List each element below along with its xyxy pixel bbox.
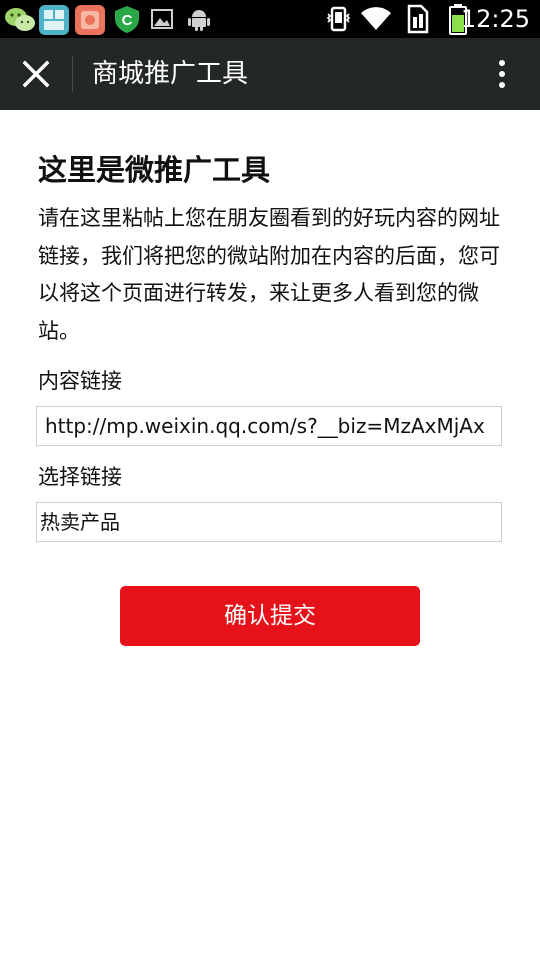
android-icon bbox=[188, 10, 210, 31]
page-title: 这里是微推广工具 bbox=[38, 153, 271, 187]
select-link-label: 选择链接 bbox=[38, 465, 122, 489]
app-bar: 商城推广工具 bbox=[0, 38, 540, 110]
more-vertical-icon[interactable] bbox=[496, 56, 510, 92]
select-link-dropdown[interactable]: 热卖产品 bbox=[36, 502, 502, 542]
image-icon bbox=[151, 9, 173, 29]
close-icon[interactable] bbox=[14, 52, 58, 96]
vibrate-icon bbox=[326, 6, 351, 32]
content-link-input[interactable]: http://mp.weixin.qq.com/s?__biz=MzAxMjAx bbox=[36, 406, 502, 446]
submit-button[interactable]: 确认提交 bbox=[120, 586, 420, 646]
sim-icon bbox=[407, 4, 429, 34]
wifi-icon bbox=[361, 7, 391, 30]
wechat-icon bbox=[5, 8, 35, 31]
app-bar-title: 商城推广工具 bbox=[92, 59, 249, 89]
gallery-app-icon bbox=[39, 5, 69, 35]
status-time: 12:25 bbox=[460, 5, 530, 33]
intro-text: 请在这里粘帖上您在朋友圈看到的好玩内容的网址链接，我们将把您的微站附加在内容的后… bbox=[38, 206, 500, 343]
app-bar-divider bbox=[72, 56, 73, 92]
svg-text:C: C bbox=[122, 12, 133, 29]
security-app-icon: C bbox=[115, 6, 139, 33]
status-bar: C 12:25 bbox=[0, 0, 540, 38]
content-link-label: 内容链接 bbox=[38, 369, 122, 393]
launcher-app-icon bbox=[75, 5, 105, 35]
